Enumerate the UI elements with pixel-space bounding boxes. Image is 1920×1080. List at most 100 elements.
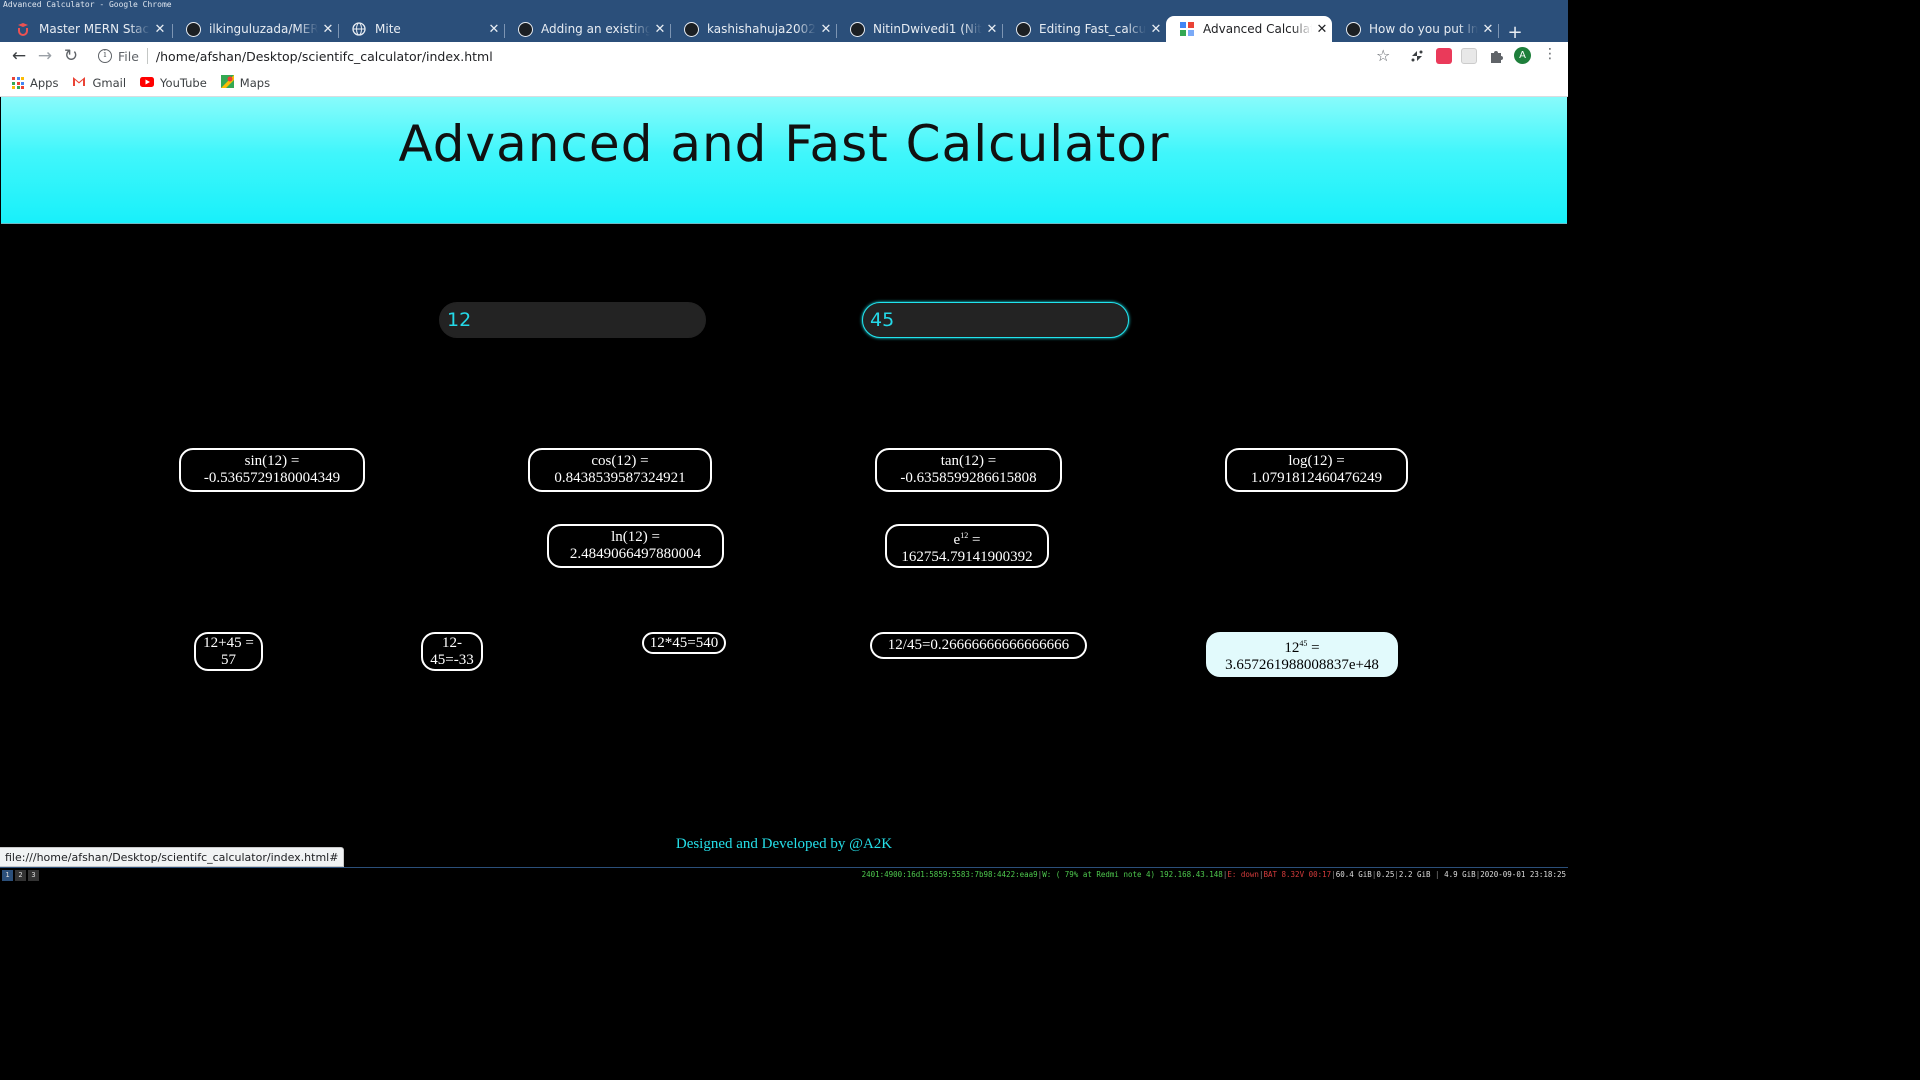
back-icon[interactable]: ← xyxy=(9,46,29,66)
sin-result: sin(12) = -0.5365729180004349 xyxy=(179,448,365,492)
sin-expression: sin(12) = xyxy=(244,453,300,469)
sin-value: -0.5365729180004349 xyxy=(203,470,341,486)
add-value: 57 xyxy=(221,651,236,668)
address-bar[interactable]: i File /home/afshan/Desktop/scientifc_ca… xyxy=(90,44,1400,68)
number-one-input[interactable] xyxy=(439,302,706,338)
github-icon xyxy=(849,21,865,37)
power-result: 1245 = 3.657261988008837e+48 xyxy=(1206,632,1398,677)
bookmark-label: YouTube xyxy=(160,76,207,90)
cos-value: 0.8438539587324921 xyxy=(554,470,686,486)
tab-nitindwivedi[interactable]: NitinDwivedi1 (Nitin Dw ✕ xyxy=(836,16,1002,42)
divide-expression: 12/45=0.26666666666666666 xyxy=(887,637,1070,653)
workspace-2[interactable]: 2 xyxy=(15,870,26,881)
bookmarks-bar: Apps Gmail YouTube Maps xyxy=(0,70,1568,97)
status-link-preview: file:///home/afshan/Desktop/scientifc_ca… xyxy=(0,847,345,867)
url-path[interactable]: /home/afshan/Desktop/scientifc_calculato… xyxy=(156,49,493,64)
tab-label: Mite xyxy=(375,22,401,36)
browser-toolbar: ← → ↻ i File /home/afshan/Desktop/scient… xyxy=(0,42,1568,70)
github-icon xyxy=(1015,21,1031,37)
bookmark-youtube[interactable]: YouTube xyxy=(140,76,207,90)
ethernet-status: E: down xyxy=(1227,870,1259,879)
github-icon xyxy=(517,21,533,37)
tab-label: Master MERN Stack by xyxy=(39,22,150,36)
cpu-load: 0.25 xyxy=(1376,870,1395,879)
subtract-value: 45=-33 xyxy=(430,651,474,668)
tab-how-put-image[interactable]: How do you put Image ✕ xyxy=(1332,16,1498,42)
close-icon[interactable]: ✕ xyxy=(816,22,836,37)
window-title: Advanced Calculator - Google Chrome xyxy=(0,0,1568,10)
tab-editing-fast-calculator[interactable]: Editing Fast_calculator ✕ xyxy=(1002,16,1166,42)
extension-gray-icon[interactable] xyxy=(1461,48,1477,64)
reload-icon[interactable]: ↻ xyxy=(61,46,81,66)
number-two-input[interactable] xyxy=(862,302,1129,338)
bookmark-apps[interactable]: Apps xyxy=(12,76,58,90)
tab-label: How do you put Image xyxy=(1369,22,1478,36)
subtract-expression: 12- xyxy=(442,634,462,651)
github-icon xyxy=(683,21,699,37)
power-value: 3.657261988008837e+48 xyxy=(1225,657,1379,673)
page-title: Advanced and Fast Calculator xyxy=(398,115,1170,173)
close-icon[interactable]: ✕ xyxy=(650,22,670,37)
tab-label: Adding an existing proj xyxy=(541,22,650,36)
add-expression: 12+45 = xyxy=(203,634,254,651)
bookmark-gmail[interactable]: Gmail xyxy=(72,76,126,90)
gmail-icon xyxy=(72,76,86,90)
close-icon[interactable]: ✕ xyxy=(982,22,1002,37)
close-icon[interactable]: ✕ xyxy=(150,22,170,37)
udemy-icon xyxy=(15,21,31,37)
tab-adding-existing-project[interactable]: Adding an existing proj ✕ xyxy=(504,16,670,42)
close-icon[interactable]: ✕ xyxy=(1312,22,1332,37)
cos-result: cos(12) = 0.8438539587324921 xyxy=(528,448,712,492)
profile-avatar[interactable]: A xyxy=(1514,47,1531,64)
bookmark-label: Gmail xyxy=(92,76,127,90)
info-icon[interactable]: i xyxy=(98,49,112,63)
tan-expression: tan(12) = xyxy=(940,453,997,469)
forward-icon[interactable]: → xyxy=(35,46,55,66)
tab-label: Advanced Calculator xyxy=(1203,22,1312,36)
github-icon xyxy=(185,21,201,37)
divide-result: 12/45=0.26666666666666666 xyxy=(870,632,1087,659)
close-icon[interactable]: ✕ xyxy=(484,22,504,37)
menu-kebab-icon[interactable]: ⋮ xyxy=(1543,46,1557,62)
ipv6-address: 2401:4900:16d1:5859:5583:7b98:4422:eaa9 xyxy=(861,870,1038,879)
swap-used: 4.9 GiB xyxy=(1444,870,1476,879)
log-result: log(12) = 1.0791812460476249 xyxy=(1225,448,1408,492)
cos-expression: cos(12) = xyxy=(591,453,649,469)
tan-value: -0.6358599286615808 xyxy=(900,470,1037,486)
system-info: 2401:4900:16d1:5859:5583:7b98:4422:eaa9|… xyxy=(861,870,1566,879)
workspace-1[interactable]: 1 xyxy=(2,870,13,881)
close-icon[interactable]: ✕ xyxy=(318,22,338,37)
ln-result: ln(12) = 2.4849066497880004 xyxy=(547,524,724,568)
tab-label: kashishahuja2002 (Kash xyxy=(707,22,816,36)
bookmark-label: Maps xyxy=(239,76,271,90)
apps-grid-icon xyxy=(12,77,24,89)
bookmark-maps[interactable]: Maps xyxy=(220,75,271,91)
page-content: Advanced and Fast Calculator sin(12) = -… xyxy=(0,97,1568,867)
system-status-bar: 1 2 3 2401:4900:16d1:5859:5583:7b98:4422… xyxy=(0,867,1568,882)
new-tab-button[interactable]: + xyxy=(1505,23,1525,43)
close-icon[interactable]: ✕ xyxy=(1478,22,1498,37)
ln-value: 2.4849066497880004 xyxy=(569,546,702,562)
extensions-puzzle-icon[interactable] xyxy=(1488,48,1504,64)
extension-red-icon[interactable] xyxy=(1436,48,1452,64)
calculator-favicon-icon xyxy=(1179,21,1195,37)
url-scheme: File xyxy=(118,48,139,64)
tab-label: NitinDwivedi1 (Nitin Dw xyxy=(873,22,982,36)
tab-master-mern[interactable]: Master MERN Stack by ✕ xyxy=(2,16,170,42)
tab-kashishahuja[interactable]: kashishahuja2002 (Kash ✕ xyxy=(670,16,836,42)
tab-advanced-calculator[interactable]: Advanced Calculator ✕ xyxy=(1166,16,1332,42)
workspace-3[interactable]: 3 xyxy=(28,870,39,881)
tab-label: ilkinguluzada/MERNSta xyxy=(209,22,318,36)
multiply-result: 12*45=540 xyxy=(642,632,726,654)
bookmark-star-icon[interactable]: ☆ xyxy=(1376,46,1390,65)
wifi-status: W: ( 79% at Redmi note 4) 192.168.43.148 xyxy=(1042,870,1223,879)
close-icon[interactable]: ✕ xyxy=(1146,22,1166,37)
subtract-result: 12- 45=-33 xyxy=(421,632,483,671)
ln-expression: ln(12) = xyxy=(611,529,660,545)
exp-expression: e12 = xyxy=(953,530,981,548)
date-time: 2020-09-01 23:18:25 xyxy=(1480,870,1566,879)
extension-pinwheel-icon[interactable] xyxy=(1409,48,1425,64)
tab-ilkinguluzada[interactable]: ilkinguluzada/MERNSta ✕ xyxy=(172,16,338,42)
maps-icon xyxy=(220,75,234,91)
tab-mite[interactable]: Mite ✕ xyxy=(338,16,504,42)
